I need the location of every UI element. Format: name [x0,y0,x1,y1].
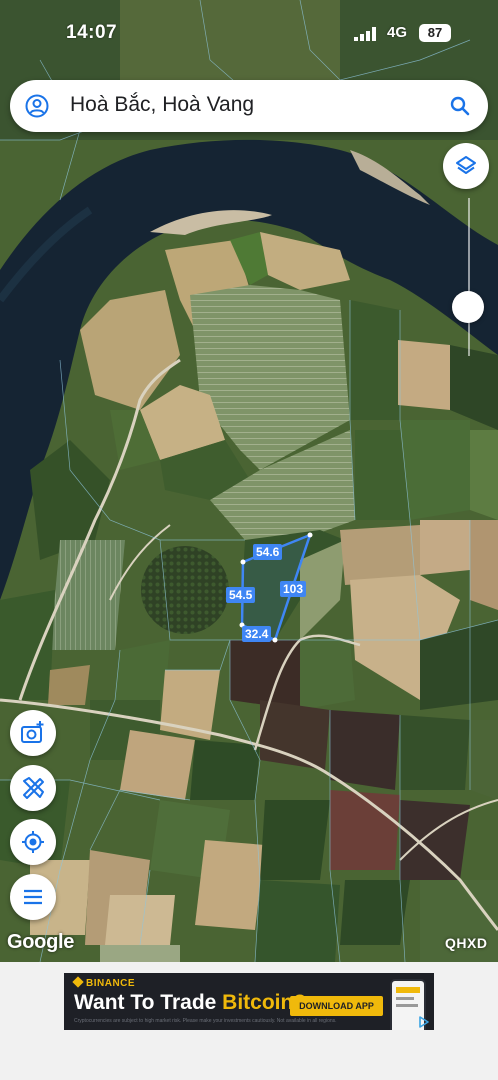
ad-banner[interactable]: BINANCE Want To Trade Bitcoin? Cryptocur… [64,973,434,1030]
signal-strength-icon [354,27,376,41]
search-query[interactable]: Hoà Bắc, Hoà Vang [70,93,254,117]
battery-level: 87 [419,24,451,42]
edge-length-label-right: 103 [280,581,307,597]
ad-headline: Want To Trade Bitcoin? [74,991,306,1015]
binance-logo-icon [72,976,84,988]
opacity-slider-track[interactable] [468,198,470,356]
search-bar[interactable]: Hoà Bắc, Hoà Vang [10,80,488,132]
my-location-icon [22,831,44,853]
satellite-map[interactable]: 54.6 103 54.5 32.4 [0,0,498,962]
ad-brand-name: BINANCE [86,978,136,989]
ad-choices-icon[interactable] [418,1016,430,1028]
my-location-button[interactable] [10,819,56,865]
ad-brand: BINANCE [72,976,136,989]
edge-length-label-top: 54.6 [253,544,283,560]
user-circle-icon[interactable] [25,94,49,118]
layers-icon [456,156,476,174]
ad-headline-prefix: Want To Trade [74,991,223,1014]
edge-length-label-bottom: 32.4 [242,626,272,642]
edge-length-label-left: 54.5 [226,587,256,603]
google-attribution: Google [7,931,75,953]
add-photo-button[interactable] [10,710,56,756]
status-time: 14:07 [66,22,118,43]
menu-icon [24,889,42,905]
opacity-slider-thumb[interactable] [452,291,484,323]
search-icon[interactable] [448,94,472,118]
ad-fine-print: Cryptocurrencies are subject to high mar… [74,1018,337,1024]
ad-download-button[interactable]: DOWNLOAD APP [290,996,383,1016]
measure-button[interactable] [10,765,56,811]
status-bar: 14:07 4G 87 [0,0,498,66]
network-type: 4G [387,24,408,41]
layer-code-label: QHXD [445,935,488,951]
satellite-imagery [0,0,498,962]
menu-button[interactable] [10,874,56,920]
layers-button[interactable] [443,143,489,189]
ruler-pencil-icon [23,777,44,799]
ad-area: BINANCE Want To Trade Bitcoin? Cryptocur… [0,962,498,1080]
add-photo-icon [21,721,44,743]
